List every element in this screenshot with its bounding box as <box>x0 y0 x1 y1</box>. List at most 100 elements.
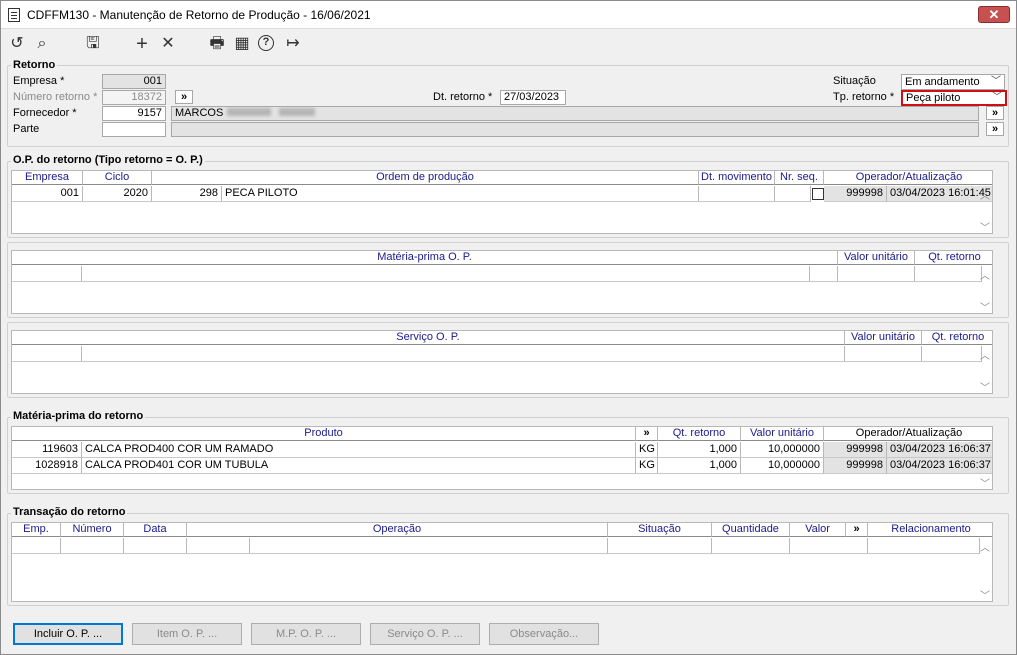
trans-cell[interactable] <box>61 538 124 554</box>
op-row-checkbox[interactable] <box>812 188 824 200</box>
scroll-up-icon[interactable]: ︿ <box>978 187 992 202</box>
mp-ret-col-operador[interactable]: Operador/Atualização <box>824 427 992 441</box>
trans-cell[interactable] <box>712 538 790 554</box>
mp-ret-cell-valor[interactable]: 10,000000 <box>741 442 824 458</box>
exit-icon[interactable]: ↦ <box>284 35 302 53</box>
trans-col-operacao[interactable]: Operação <box>187 523 608 537</box>
numero-lookup-button[interactable]: » <box>175 90 193 104</box>
trans-col-relacionamento[interactable]: Relacionamento <box>868 523 992 537</box>
serv-op-cell[interactable] <box>12 346 82 362</box>
op-cell-seq[interactable] <box>775 186 811 202</box>
serv-op-cell[interactable] <box>82 346 845 362</box>
trans-cell[interactable] <box>790 538 868 554</box>
mp-ret-cell-qt[interactable]: 1,000 <box>658 458 741 474</box>
serv-op-col-servico[interactable]: Serviço O. P. <box>12 331 845 345</box>
parte-field[interactable] <box>102 122 166 137</box>
scroll-down-icon[interactable]: ﹀ <box>978 219 992 233</box>
serv-op-col-qt[interactable]: Qt. retorno <box>922 331 992 345</box>
mp-ret-cell-cod[interactable]: 119603 <box>12 442 82 458</box>
trans-col-data[interactable]: Data <box>124 523 187 537</box>
trans-cell[interactable] <box>187 538 250 554</box>
trans-cell[interactable] <box>608 538 712 554</box>
calendar-icon[interactable]: ▦ <box>233 35 251 53</box>
op-col-ordem[interactable]: Ordem de produção <box>152 171 699 185</box>
op-col-ciclo[interactable]: Ciclo <box>83 171 152 185</box>
mp-ret-cell-un[interactable]: KG <box>636 442 658 458</box>
trans-cell[interactable] <box>12 538 61 554</box>
mp-ret-col-qt[interactable]: Qt. retorno <box>658 427 741 441</box>
scroll-down-icon[interactable]: ﹀ <box>978 299 992 313</box>
mp-ret-cell-qt[interactable]: 1,000 <box>658 442 741 458</box>
op-cell-desc[interactable]: PECA PILOTO <box>222 186 699 202</box>
mp-ret-cell-valor[interactable]: 10,000000 <box>741 458 824 474</box>
incluir-op-button[interactable]: Incluir O. P. ... <box>13 623 123 645</box>
serv-op-col-valor[interactable]: Valor unitário <box>845 331 922 345</box>
mp-ret-col-produto[interactable]: Produto <box>12 427 636 441</box>
trans-col-valor[interactable]: Valor <box>790 523 846 537</box>
mp-op-col-valor[interactable]: Valor unitário <box>838 251 915 265</box>
print-icon[interactable]: 🖶 <box>208 35 226 53</box>
trans-col-quantidade[interactable]: Quantidade <box>712 523 790 537</box>
mp-op-col-materia[interactable]: Matéria-prima O. P. <box>12 251 838 265</box>
close-button[interactable]: ✕ <box>978 6 1010 23</box>
search-icon[interactable]: ⌕ <box>33 35 51 53</box>
trans-col-numero[interactable]: Número <box>61 523 124 537</box>
op-cell-ciclo[interactable]: 2020 <box>83 186 152 202</box>
situacao-select[interactable]: Em andamento ﹀ <box>901 74 1005 90</box>
tp-retorno-select[interactable]: Peça piloto ﹀ <box>901 90 1007 106</box>
mp-op-cell[interactable] <box>12 266 82 282</box>
trans-col-emp[interactable]: Emp. <box>12 523 61 537</box>
mp-ret-cell-desc[interactable]: CALCA PROD400 COR UM RAMADO <box>82 442 636 458</box>
servico-op-button[interactable]: Serviço O. P. ... <box>370 623 480 645</box>
add-icon[interactable]: + <box>133 34 151 54</box>
op-col-dt[interactable]: Dt. movimento <box>699 171 775 185</box>
scroll-up-icon[interactable]: ︿ <box>978 539 992 554</box>
mp-op-button[interactable]: M.P. O. P. ... <box>251 623 361 645</box>
op-cell-op[interactable]: 298 <box>152 186 222 202</box>
scroll-down-icon[interactable]: ﹀ <box>978 475 992 489</box>
mp-ret-col-expand[interactable]: » <box>636 427 658 441</box>
chevron-down-icon: ﹀ <box>991 76 1001 87</box>
fornecedor-lookup-button[interactable]: » <box>986 106 1004 120</box>
parte-name-field <box>171 122 979 137</box>
mp-ret-col-valor[interactable]: Valor unitário <box>741 427 824 441</box>
mp-op-col-qt[interactable]: Qt. retorno <box>915 251 992 265</box>
op-col-operador[interactable]: Operador/Atualização <box>824 171 992 185</box>
observacao-button[interactable]: Observação... <box>489 623 599 645</box>
main-window: CDFFM130 - Manutenção de Retorno de Prod… <box>0 0 1017 655</box>
serv-op-cell[interactable] <box>922 346 982 362</box>
mp-op-cell[interactable] <box>838 266 915 282</box>
mp-ret-cell-desc[interactable]: CALCA PROD401 COR UM TUBULA <box>82 458 636 474</box>
trans-col-expand[interactable]: » <box>846 523 868 537</box>
transacao-grid: Emp. Número Data Operação Situação Quant… <box>11 522 993 602</box>
serv-op-cell[interactable] <box>845 346 922 362</box>
op-cell-dt[interactable] <box>699 186 775 202</box>
fornecedor-field[interactable]: 9157 <box>102 106 166 121</box>
op-col-seq[interactable]: Nr. seq. <box>775 171 824 185</box>
scroll-up-icon[interactable]: ︿ <box>978 347 992 362</box>
numero-retorno-field[interactable]: 18372 <box>102 90 166 105</box>
parte-lookup-button[interactable]: » <box>986 122 1004 136</box>
mp-op-cell[interactable] <box>810 266 838 282</box>
fornecedor-label: Fornecedor * <box>13 107 77 119</box>
trans-cell[interactable] <box>250 538 608 554</box>
save-icon[interactable]: 🖫 <box>84 35 102 53</box>
mp-ret-cell-cod[interactable]: 1028918 <box>12 458 82 474</box>
empresa-field[interactable]: 001 <box>102 74 166 89</box>
op-col-empresa[interactable]: Empresa <box>12 171 83 185</box>
mp-ret-cell-un[interactable]: KG <box>636 458 658 474</box>
delete-icon[interactable]: ✕ <box>159 35 177 53</box>
item-op-button[interactable]: Item O. P. ... <box>132 623 242 645</box>
scroll-down-icon[interactable]: ﹀ <box>978 379 992 393</box>
op-cell-empresa[interactable]: 001 <box>12 186 83 202</box>
trans-cell[interactable] <box>868 538 980 554</box>
dt-retorno-field[interactable]: 27/03/2023 <box>500 90 566 105</box>
mp-op-cell[interactable] <box>915 266 982 282</box>
undo-icon[interactable]: ↺ <box>8 35 26 53</box>
help-icon[interactable]: ? <box>258 35 274 51</box>
mp-op-cell[interactable] <box>82 266 810 282</box>
scroll-up-icon[interactable]: ︿ <box>978 267 992 282</box>
trans-cell[interactable] <box>124 538 187 554</box>
trans-col-situacao[interactable]: Situação <box>608 523 712 537</box>
scroll-down-icon[interactable]: ﹀ <box>978 587 992 601</box>
